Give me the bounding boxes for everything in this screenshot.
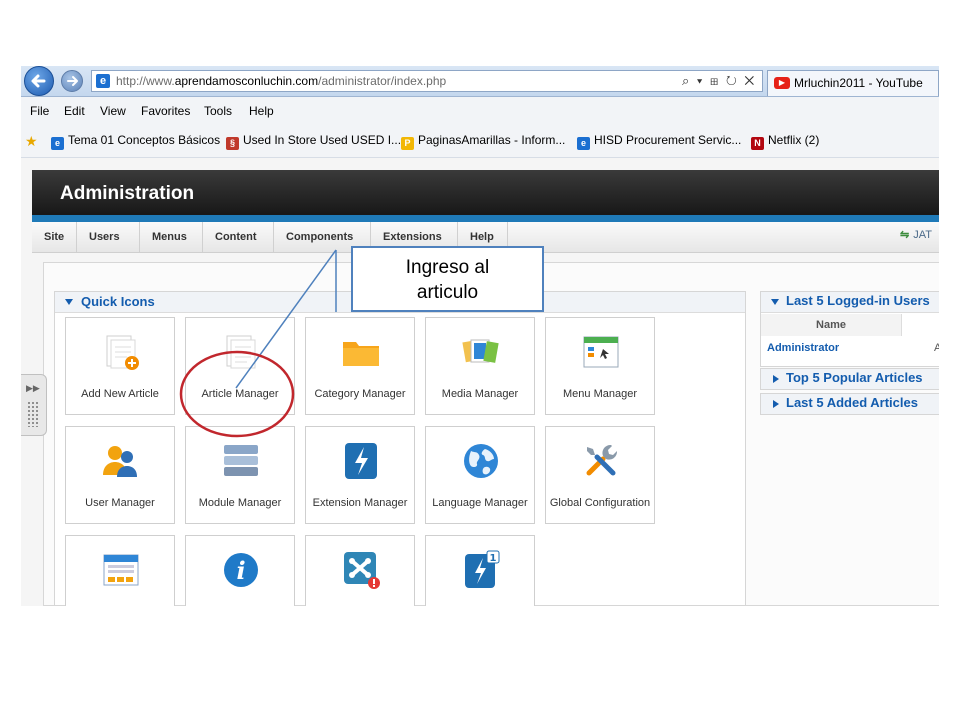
annotation-overlay [179,249,337,438]
annotation-callout: Ingreso al articulo [351,246,544,312]
callout-text: Ingreso al articulo [353,255,542,305]
highlight-circle [179,350,295,438]
leader-line [235,249,337,389]
callout-line-2: articulo [416,282,479,303]
callout-line-1: Ingreso al [405,257,490,278]
